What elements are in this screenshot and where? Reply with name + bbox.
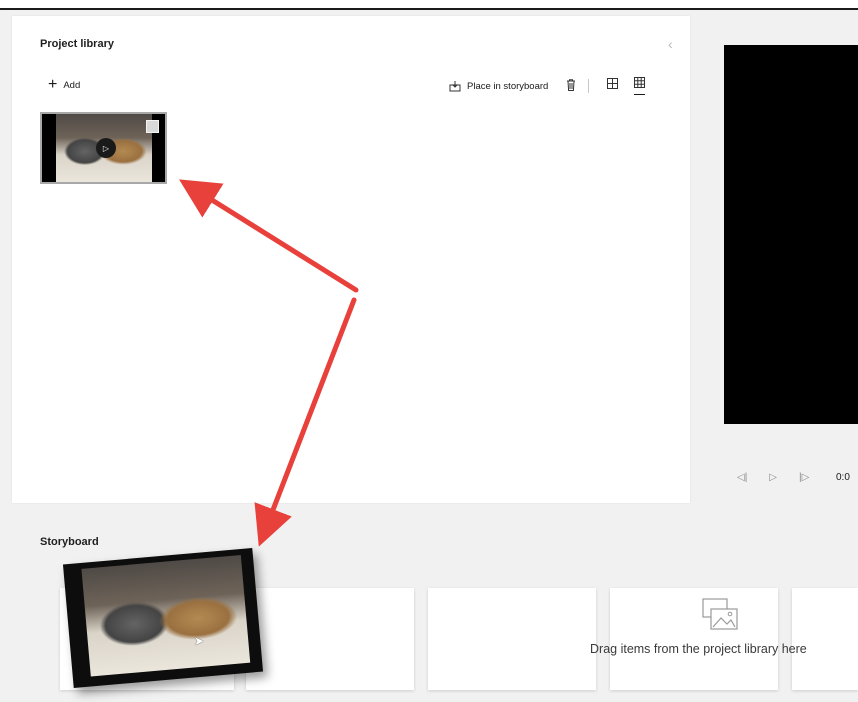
window-top-border [0, 0, 858, 10]
storyboard-slot[interactable] [428, 588, 596, 690]
place-in-storyboard-icon [449, 80, 461, 91]
large-grid-view-icon[interactable] [607, 77, 619, 95]
playback-time: 0:0 [836, 472, 850, 483]
library-toolbar: Place in storyboard [449, 77, 651, 95]
plus-icon: + [48, 76, 58, 93]
collapse-chevron-icon[interactable]: ‹ [668, 36, 673, 52]
mouse-cursor-icon: ➤ [194, 634, 205, 648]
storyboard-drop-hint: Drag items from the project library here [590, 642, 807, 656]
dragged-clip-image [81, 554, 251, 677]
add-label: Add [63, 79, 81, 91]
storyboard-slot[interactable] [246, 588, 414, 690]
dragged-video-clip[interactable] [62, 547, 264, 689]
library-video-thumbnail[interactable]: ▷ [40, 112, 167, 184]
previous-frame-icon[interactable]: ◁| [737, 472, 747, 483]
place-in-storyboard-label: Place in storyboard [467, 80, 549, 92]
small-grid-view-icon[interactable] [634, 77, 646, 95]
project-library-title: Project library [40, 38, 114, 50]
toolbar-divider [588, 79, 590, 93]
place-in-storyboard-button[interactable]: Place in storyboard [449, 80, 549, 92]
image-placeholder-icon [702, 598, 738, 635]
play-icon[interactable]: ▷ [96, 138, 116, 158]
add-button[interactable]: + Add [48, 77, 80, 93]
delete-icon[interactable] [566, 78, 576, 94]
storyboard-title: Storyboard [40, 536, 99, 548]
next-frame-icon[interactable]: |▷ [799, 472, 809, 483]
storyboard-slot[interactable] [610, 588, 778, 690]
video-preview [724, 45, 858, 424]
playback-controls: ◁| ▷ |▷ [737, 472, 809, 483]
storyboard-slot[interactable] [792, 588, 858, 690]
play-icon[interactable]: ▷ [769, 472, 777, 483]
select-checkbox[interactable] [146, 120, 159, 133]
